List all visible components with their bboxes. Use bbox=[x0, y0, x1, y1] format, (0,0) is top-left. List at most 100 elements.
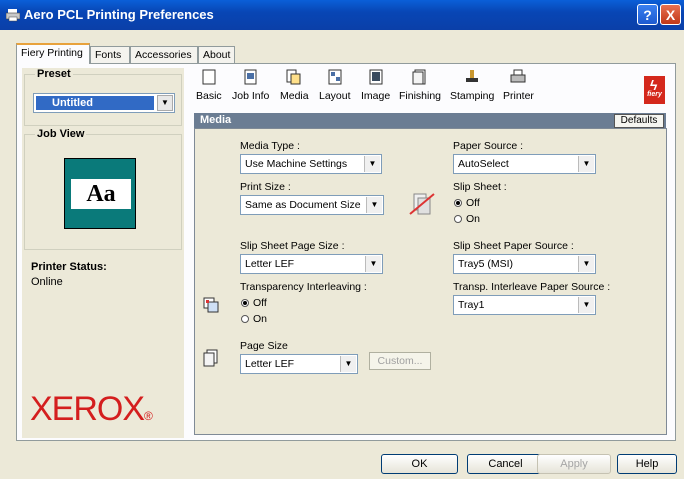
left-panel: Preset Untitled ▼ Job View Aa Printer St… bbox=[22, 68, 184, 438]
defaults-button[interactable]: Defaults bbox=[614, 114, 664, 128]
radio-icon bbox=[454, 215, 462, 223]
window-title: Aero PCL Printing Preferences bbox=[24, 7, 214, 22]
apply-button[interactable]: Apply bbox=[537, 454, 611, 474]
toolbar-job-info[interactable]: Job Info bbox=[232, 68, 269, 102]
printer-icon bbox=[510, 69, 526, 83]
category-toolbar: Basic Job Info Media Layout Image Finish… bbox=[194, 68, 672, 112]
tab-accessories[interactable]: Accessories bbox=[130, 46, 198, 63]
job-view-preview: Aa bbox=[64, 158, 136, 229]
toolbar-media[interactable]: Media bbox=[280, 68, 309, 102]
preset-dropdown[interactable]: Untitled ▼ bbox=[33, 93, 175, 113]
toolbar-printer[interactable]: Printer bbox=[503, 68, 534, 102]
paper-source-value: AutoSelect bbox=[458, 158, 509, 170]
help-button[interactable]: Help bbox=[617, 454, 677, 474]
slip-sheet-label: Slip Sheet : bbox=[453, 181, 507, 193]
printer-status-value: Online bbox=[31, 276, 63, 288]
job-view-sample-text: Aa bbox=[71, 179, 131, 209]
close-button[interactable]: X bbox=[660, 4, 681, 25]
toolbar-label-finishing: Finishing bbox=[399, 90, 442, 102]
transparency-interleaving-label: Transparency Interleaving : bbox=[240, 281, 367, 293]
chevron-down-icon: ▼ bbox=[578, 297, 594, 313]
transparency-icon bbox=[203, 297, 219, 313]
toolbar-label-stamping: Stamping bbox=[450, 90, 495, 102]
chevron-down-icon: ▼ bbox=[578, 156, 594, 172]
chevron-down-icon: ▼ bbox=[364, 156, 380, 172]
slip-sheet-paper-source-value: Tray5 (MSI) bbox=[458, 258, 514, 270]
xerox-logo-text: XEROX bbox=[30, 390, 145, 428]
chevron-down-icon: ▼ bbox=[578, 256, 594, 272]
chevron-down-icon[interactable]: ▼ bbox=[157, 95, 173, 111]
xerox-logo: XEROX® bbox=[30, 390, 153, 428]
custom-button[interactable]: Custom... bbox=[369, 352, 431, 370]
slip-sheet-page-size-dropdown[interactable]: Letter LEF ▼ bbox=[240, 254, 383, 274]
section-title: Media bbox=[194, 113, 666, 128]
tab-about[interactable]: About bbox=[198, 46, 235, 63]
slip-sheet-on-radio[interactable]: On bbox=[454, 213, 480, 225]
fiery-logo: ϟ fiery bbox=[644, 76, 665, 104]
transp-interleave-source-label: Transp. Interleave Paper Source : bbox=[453, 281, 611, 293]
stamping-icon bbox=[466, 70, 479, 82]
paper-source-dropdown[interactable]: AutoSelect ▼ bbox=[453, 154, 596, 174]
page-size-value: Letter LEF bbox=[245, 358, 295, 370]
slip-sheet-icon bbox=[409, 193, 435, 215]
toolbar-label-media: Media bbox=[280, 90, 309, 102]
slip-sheet-off-label: Off bbox=[466, 197, 480, 209]
toolbar-label-basic: Basic bbox=[196, 90, 222, 102]
transp-interleave-source-dropdown[interactable]: Tray1 ▼ bbox=[453, 295, 596, 315]
radio-selected-icon bbox=[241, 299, 249, 307]
slip-sheet-page-size-label: Slip Sheet Page Size : bbox=[240, 240, 345, 252]
job-view-group: Job View Aa bbox=[24, 128, 182, 250]
lightning-icon: ϟ bbox=[650, 77, 658, 93]
title-bar: Aero PCL Printing Preferences ? X bbox=[0, 0, 684, 30]
ok-button[interactable]: OK bbox=[381, 454, 458, 474]
radio-icon bbox=[241, 315, 249, 323]
tab-fonts[interactable]: Fonts bbox=[90, 46, 130, 63]
slip-sheet-on-label: On bbox=[466, 213, 481, 225]
media-icon bbox=[286, 69, 301, 85]
slip-sheet-paper-source-dropdown[interactable]: Tray5 (MSI) ▼ bbox=[453, 254, 596, 274]
print-size-dropdown[interactable]: Same as Document Size ▼ bbox=[240, 195, 384, 215]
transparency-on-label: On bbox=[253, 313, 268, 325]
media-type-dropdown[interactable]: Use Machine Settings ▼ bbox=[240, 154, 382, 174]
page-size-icon bbox=[203, 349, 218, 367]
print-size-value: Same as Document Size bbox=[245, 199, 361, 211]
tab-fiery-printing[interactable]: Fiery Printing bbox=[16, 43, 90, 64]
paper-source-label: Paper Source : bbox=[453, 140, 524, 152]
basic-icon bbox=[202, 69, 216, 85]
preset-group: Preset Untitled ▼ bbox=[24, 68, 182, 126]
media-type-value: Use Machine Settings bbox=[245, 158, 348, 170]
transp-interleave-source-value: Tray1 bbox=[458, 299, 485, 311]
toolbar-basic[interactable]: Basic bbox=[196, 68, 222, 102]
toolbar-label-layout: Layout bbox=[319, 90, 351, 102]
job-view-label: Job View bbox=[35, 128, 87, 140]
print-size-label: Print Size : bbox=[240, 181, 291, 193]
finishing-icon bbox=[412, 69, 426, 85]
preset-value: Untitled bbox=[36, 96, 154, 110]
transparency-off-label: Off bbox=[253, 297, 267, 309]
transparency-on-radio[interactable]: On bbox=[241, 313, 267, 325]
page-size-dropdown[interactable]: Letter LEF ▼ bbox=[240, 354, 358, 374]
layout-icon bbox=[328, 69, 342, 85]
toolbar-label-job-info: Job Info bbox=[232, 90, 270, 102]
toolbar-image[interactable]: Image bbox=[361, 68, 390, 102]
chevron-down-icon: ▼ bbox=[340, 356, 356, 372]
slip-sheet-off-radio[interactable]: Off bbox=[454, 197, 480, 209]
cancel-button[interactable]: Cancel bbox=[467, 454, 544, 474]
slip-sheet-page-size-value: Letter LEF bbox=[245, 258, 295, 270]
help-title-button[interactable]: ? bbox=[637, 4, 658, 25]
toolbar-layout[interactable]: Layout bbox=[319, 68, 351, 102]
page-size-label: Page Size bbox=[240, 340, 288, 352]
toolbar-label-image: Image bbox=[361, 90, 391, 102]
preset-label: Preset bbox=[35, 68, 73, 80]
slip-sheet-paper-source-label: Slip Sheet Paper Source : bbox=[453, 240, 574, 252]
chevron-down-icon: ▼ bbox=[366, 197, 382, 213]
transparency-off-radio[interactable]: Off bbox=[241, 297, 267, 309]
radio-selected-icon bbox=[454, 199, 462, 207]
toolbar-stamping[interactable]: Stamping bbox=[450, 68, 494, 102]
media-type-label: Media Type : bbox=[240, 140, 300, 152]
printer-app-icon bbox=[6, 9, 20, 22]
toolbar-label-printer: Printer bbox=[503, 90, 534, 102]
chevron-down-icon: ▼ bbox=[365, 256, 381, 272]
image-icon bbox=[369, 69, 383, 85]
toolbar-finishing[interactable]: Finishing bbox=[399, 68, 441, 102]
